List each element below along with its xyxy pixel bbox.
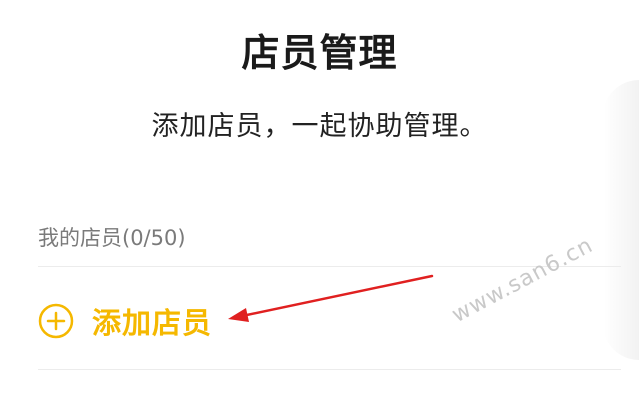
add-member-button[interactable]: 添加店员 [38,296,212,346]
watermark: www.san6.cn [448,232,598,329]
member-count-label: 我的店员(0/50) [38,226,186,250]
add-member-label: 添加店员 [92,306,213,340]
divider-bottom [38,369,621,370]
page-subtitle: 添加店员，一起协助管理。 [151,111,488,142]
plus-circle-icon [38,303,74,339]
page-title: 店员管理 [241,31,398,75]
